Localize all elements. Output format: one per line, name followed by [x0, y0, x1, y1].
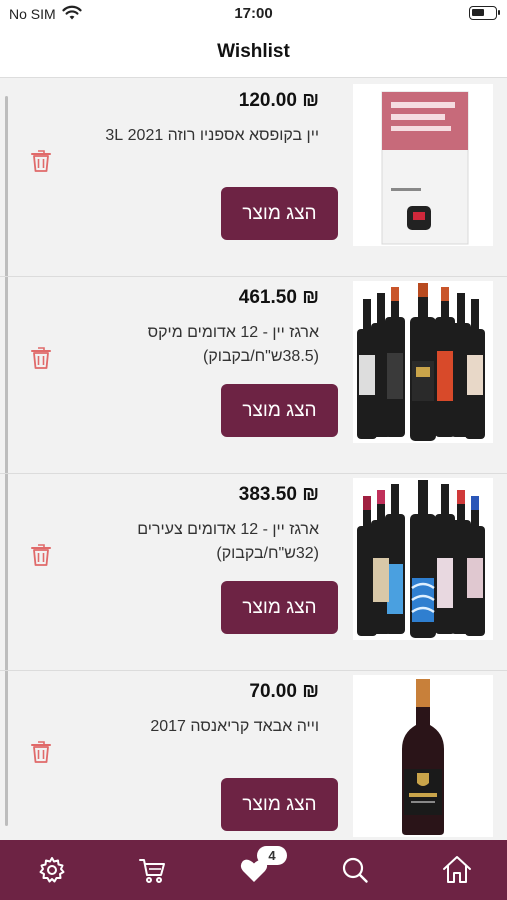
- battery-icon: [469, 6, 500, 20]
- item-name: יין בקופסא אספניו רוזה 2021 3L: [105, 127, 319, 144]
- trash-icon[interactable]: [31, 740, 51, 769]
- view-product-button[interactable]: הצג מוצר: [221, 384, 338, 437]
- item-name: וייה אבאד קריאנסה 2017: [150, 718, 319, 735]
- wine-box-icon[interactable]: [353, 84, 493, 246]
- wishlist-item: ₪ 120.00 יין בקופסא אספניו רוזה 2021 3L …: [0, 80, 507, 277]
- view-product-button[interactable]: הצג מוצר: [221, 187, 338, 240]
- page-title: Wishlist: [217, 41, 290, 62]
- wishlist-item: ₪ 461.50 ארגז יין - 12 אדומים מיקס (38.5…: [0, 277, 507, 474]
- view-product-button[interactable]: הצג מוצר: [221, 581, 338, 634]
- item-name: ארגז יין - 12 אדומים צעירים (32ש"ח/בקבוק…: [137, 521, 319, 562]
- trash-icon[interactable]: [31, 346, 51, 375]
- trash-icon[interactable]: [31, 149, 51, 178]
- cart-icon[interactable]: [136, 854, 168, 886]
- item-price: ₪ 70.00: [249, 681, 319, 702]
- wishlist-list[interactable]: ₪ 120.00 יין בקופסא אספניו רוזה 2021 3L …: [0, 80, 507, 840]
- trash-icon[interactable]: [31, 543, 51, 572]
- wishlist-item: ₪ 70.00 וייה אבאד קריאנסה 2017 הצג מוצר: [0, 671, 507, 840]
- gear-icon[interactable]: [36, 854, 68, 886]
- view-product-button[interactable]: הצג מוצר: [221, 778, 338, 831]
- wine-bottle-icon[interactable]: [353, 675, 493, 837]
- wishlist-item: ₪ 383.50 ארגז יין - 12 אדומים צעירים (32…: [0, 474, 507, 671]
- item-price: ₪ 383.50: [238, 484, 319, 505]
- search-icon[interactable]: [339, 854, 371, 886]
- item-price: ₪ 120.00: [238, 90, 319, 111]
- wine-bottles-icon[interactable]: [353, 478, 493, 640]
- wishlist-count-badge: 4: [257, 846, 287, 865]
- home-icon[interactable]: [441, 854, 473, 886]
- item-name: ארגז יין - 12 אדומים מיקס (38.5ש"ח/בקבוק…: [147, 324, 319, 365]
- item-price: ₪ 461.50: [238, 287, 319, 308]
- nav-header: Wishlist: [0, 28, 507, 78]
- battery-level: [472, 9, 484, 16]
- status-time: 17:00: [234, 5, 273, 22]
- wine-bottles-icon[interactable]: [353, 281, 493, 443]
- status-bar: No SIM 17:00: [0, 0, 507, 28]
- tab-bar: 4: [0, 840, 507, 900]
